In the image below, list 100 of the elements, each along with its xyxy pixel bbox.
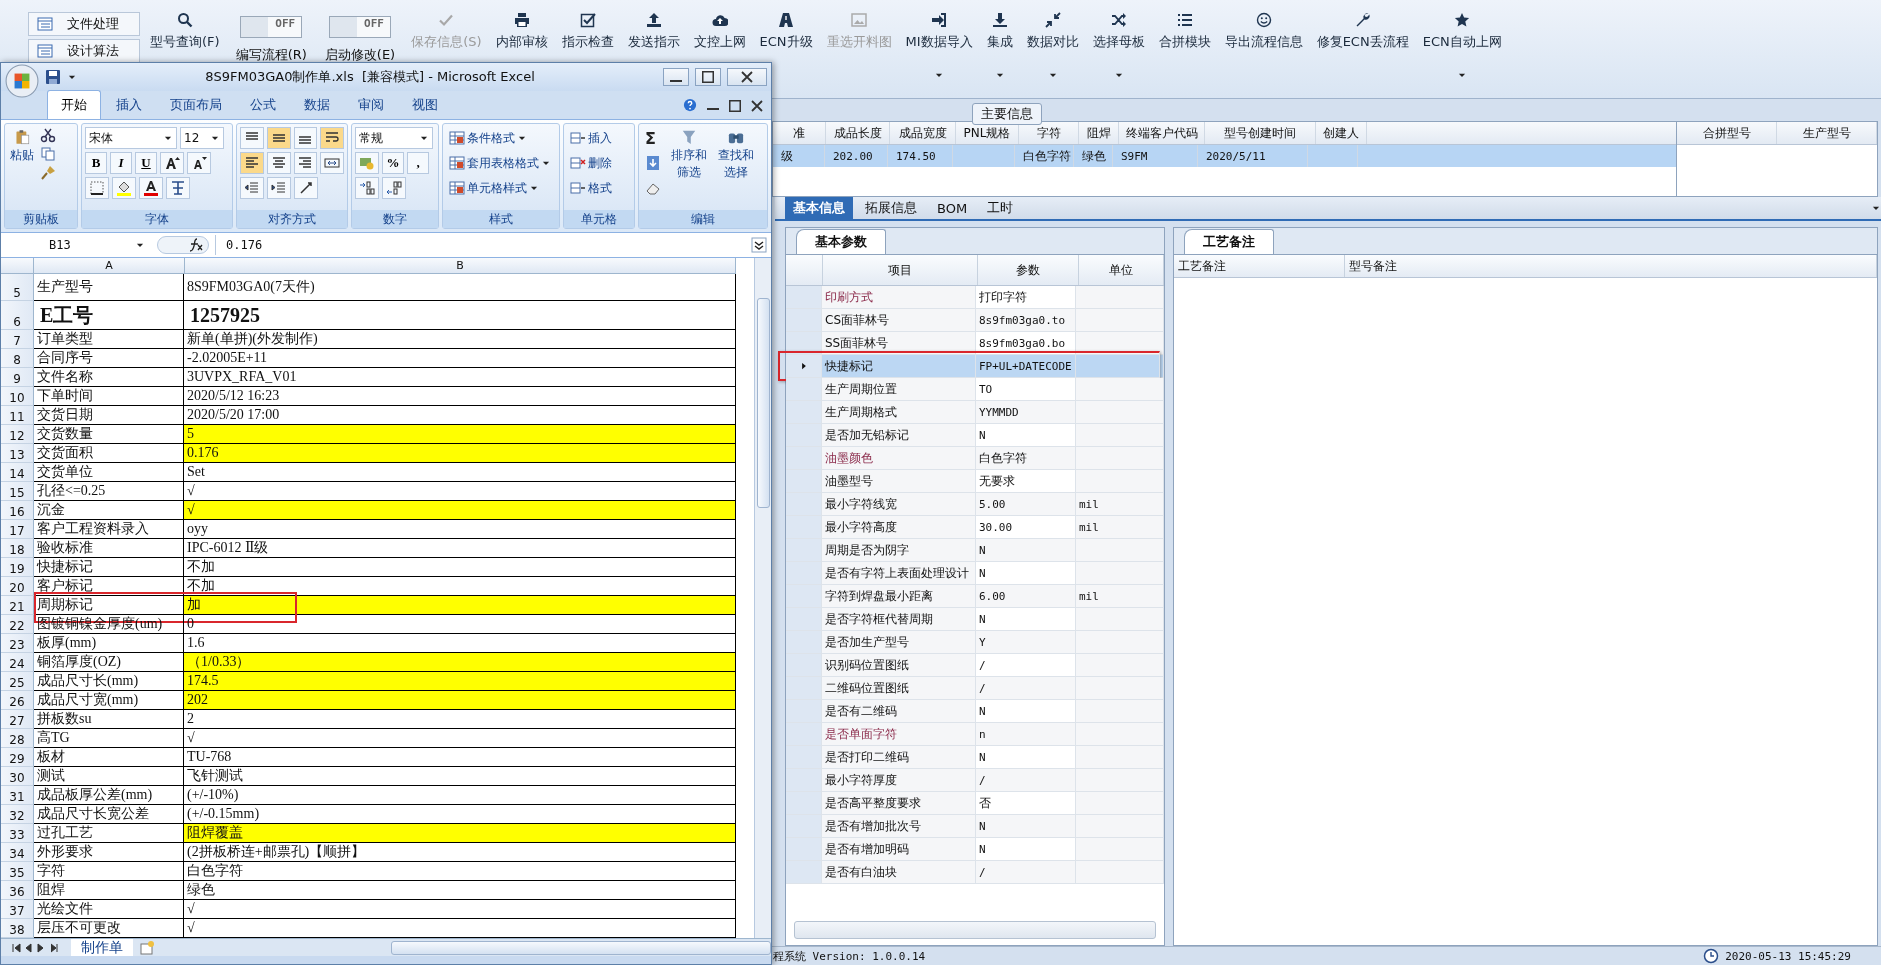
table-row[interactable]: 生产周期格式 YYMMDD — [786, 401, 1164, 424]
fill-color-button[interactable] — [112, 177, 136, 199]
toolbar-button[interactable]: 选择母板 — [1086, 0, 1151, 84]
styles-button[interactable]: 套用表格格式 — [446, 152, 556, 174]
paste-button[interactable]: 粘贴 — [8, 127, 36, 207]
toolbar-button[interactable]: 集成 — [980, 0, 1019, 84]
align-button[interactable] — [293, 152, 318, 174]
table-row[interactable]: 最小字符厚度 / — [786, 769, 1164, 792]
table-row[interactable]: 级 202.00 174.50 白色字符 绿色 S9FM 2020/5/11 — [773, 145, 1676, 167]
toolbar-button[interactable]: 合拼模块 — [1152, 0, 1217, 55]
table-row[interactable]: 识别码位置图纸 / — [786, 654, 1164, 677]
number-format-field[interactable]: 常规 — [355, 127, 433, 149]
cells-button[interactable]: 插入 — [567, 127, 631, 149]
table-row[interactable]: 油墨型号 无要求 — [786, 470, 1164, 493]
table-row[interactable]: 是否有二维码 N — [786, 700, 1164, 723]
scrollbar[interactable] — [794, 921, 1156, 939]
number-button[interactable]: , — [407, 152, 429, 174]
table-row[interactable]: 是否高平整度要求 否 — [786, 792, 1164, 815]
sidebar-item[interactable]: 文件处理 — [28, 12, 140, 36]
decimal-button[interactable] — [382, 177, 406, 199]
ribbon-tab[interactable]: 插入 — [103, 91, 155, 119]
table-row[interactable]: 是否加生产型号 Y — [786, 631, 1164, 654]
orientation-button[interactable] — [294, 177, 318, 199]
table-row[interactable]: 油墨颜色 白色字符 — [786, 447, 1164, 470]
ribbon-tab[interactable]: 数据 — [291, 91, 343, 119]
toggle-switch[interactable]: OFF — [240, 16, 303, 38]
format-button[interactable]: U — [135, 152, 157, 174]
panel-tab[interactable]: 工艺备注 — [1184, 229, 1274, 254]
scrollbar[interactable] — [754, 258, 771, 938]
align-button[interactable] — [293, 127, 318, 149]
table-row[interactable]: 是否有白油块 / — [786, 861, 1164, 884]
table-row[interactable]: 是否有字符上表面处理设计 N — [786, 562, 1164, 585]
ribbon-tab[interactable]: 审阅 — [345, 91, 397, 119]
font-color-button[interactable] — [139, 177, 163, 199]
tab[interactable]: 拓展信息 — [857, 196, 925, 220]
toggle-switch[interactable]: OFF — [329, 16, 391, 38]
align-button[interactable] — [240, 152, 264, 174]
editing-button[interactable]: 查找和选择 — [714, 127, 757, 207]
decimal-button[interactable] — [355, 177, 379, 199]
scrollbar-thumb[interactable] — [756, 298, 770, 508]
table-row[interactable]: 是否单面字符 n — [786, 723, 1164, 746]
phonetic-button[interactable] — [166, 177, 190, 199]
align-button[interactable] — [240, 127, 264, 149]
format-button[interactable]: I — [110, 152, 132, 174]
size-field[interactable]: 12 — [180, 127, 224, 149]
scrollbar[interactable] — [391, 940, 771, 955]
table-row[interactable]: 周期是否为阴字 N — [786, 539, 1164, 562]
format-button[interactable]: B — [85, 152, 107, 174]
styles-button[interactable]: 单元格样式 — [446, 177, 556, 199]
table-row[interactable]: 生产周期位置 TO — [786, 378, 1164, 401]
table-row[interactable]: 二维码位置图纸 / — [786, 677, 1164, 700]
toolbar-button[interactable]: 文控上网 — [687, 0, 752, 55]
toolbar-button[interactable]: 型号查询(F) — [144, 0, 226, 55]
border-button[interactable] — [85, 177, 109, 199]
toolbar-button[interactable]: 发送指示 — [621, 0, 686, 55]
toolbar-button[interactable]: 内部审核 — [489, 0, 554, 55]
tab[interactable]: BOM — [929, 197, 976, 219]
autosum-button[interactable]: Σ — [642, 127, 664, 149]
sheet-tab[interactable]: 制作单 — [71, 939, 133, 956]
tab[interactable]: 基本信息 — [785, 196, 853, 220]
table-row[interactable]: 是否字符框代替周期 N — [786, 608, 1164, 631]
minimize-button[interactable] — [663, 68, 689, 86]
align-button[interactable] — [266, 127, 291, 149]
styles-button[interactable]: 条件格式 — [446, 127, 556, 149]
insert-function-button[interactable] — [157, 236, 209, 254]
cells-button[interactable]: 删除 — [567, 152, 631, 174]
editing-button[interactable]: 排序和筛选 — [668, 127, 711, 207]
table-row[interactable]: 是否打印二维码 N — [786, 746, 1164, 769]
align-button[interactable] — [266, 152, 291, 174]
indent-button[interactable] — [240, 177, 264, 199]
ribbon-tab[interactable]: 公式 — [237, 91, 289, 119]
close-button[interactable] — [727, 68, 767, 86]
maximize-button[interactable] — [695, 68, 721, 86]
sidebar-item[interactable]: 设计算法 — [28, 39, 140, 63]
table-row[interactable]: 是否有增加批次号 N — [786, 815, 1164, 838]
table-row[interactable]: SS面菲林号 8s9fm03ga0.bo — [786, 332, 1164, 355]
ribbon-tab[interactable]: 开始 — [47, 90, 101, 119]
panel-tab[interactable]: 基本参数 — [796, 229, 886, 254]
table-row[interactable]: 是否有增加明码 N — [786, 838, 1164, 861]
wrap-button[interactable] — [320, 127, 344, 149]
toolbar-button[interactable]: ECN自动上网 — [1416, 0, 1508, 84]
ribbon-tab[interactable]: 页面布局 — [157, 91, 235, 119]
currency-button[interactable] — [355, 152, 379, 174]
tab[interactable]: 工时 — [979, 196, 1022, 220]
table-row[interactable]: 印刷方式 打印字符 — [786, 286, 1164, 309]
table-row[interactable]: 最小字符线宽 5.00 mil — [786, 493, 1164, 516]
merge-button[interactable] — [320, 152, 344, 174]
table-row[interactable]: CS面菲林号 8s9fm03ga0.to — [786, 309, 1164, 332]
table-row[interactable]: 字符到焊盘最小距离 6.00 mil — [786, 585, 1164, 608]
toolbar-button[interactable]: 导出流程信息 — [1218, 0, 1309, 55]
toolbar-button[interactable]: 数据对比 — [1020, 0, 1085, 84]
cells-button[interactable]: 格式 — [567, 177, 631, 199]
table-row[interactable]: 最小字符高度 30.00 mil — [786, 516, 1164, 539]
toolbar-button[interactable]: 修复ECN丢流程 — [1310, 0, 1415, 55]
table-row[interactable]: 是否加无铅标记 N — [786, 424, 1164, 447]
toolbar-button[interactable]: ECN升级 — [753, 0, 819, 55]
number-button[interactable]: % — [382, 152, 404, 174]
grow-font-button[interactable] — [160, 152, 184, 174]
toolbar-button[interactable]: 指示检查 — [555, 0, 620, 55]
font-field[interactable]: 宋体 — [85, 127, 177, 149]
